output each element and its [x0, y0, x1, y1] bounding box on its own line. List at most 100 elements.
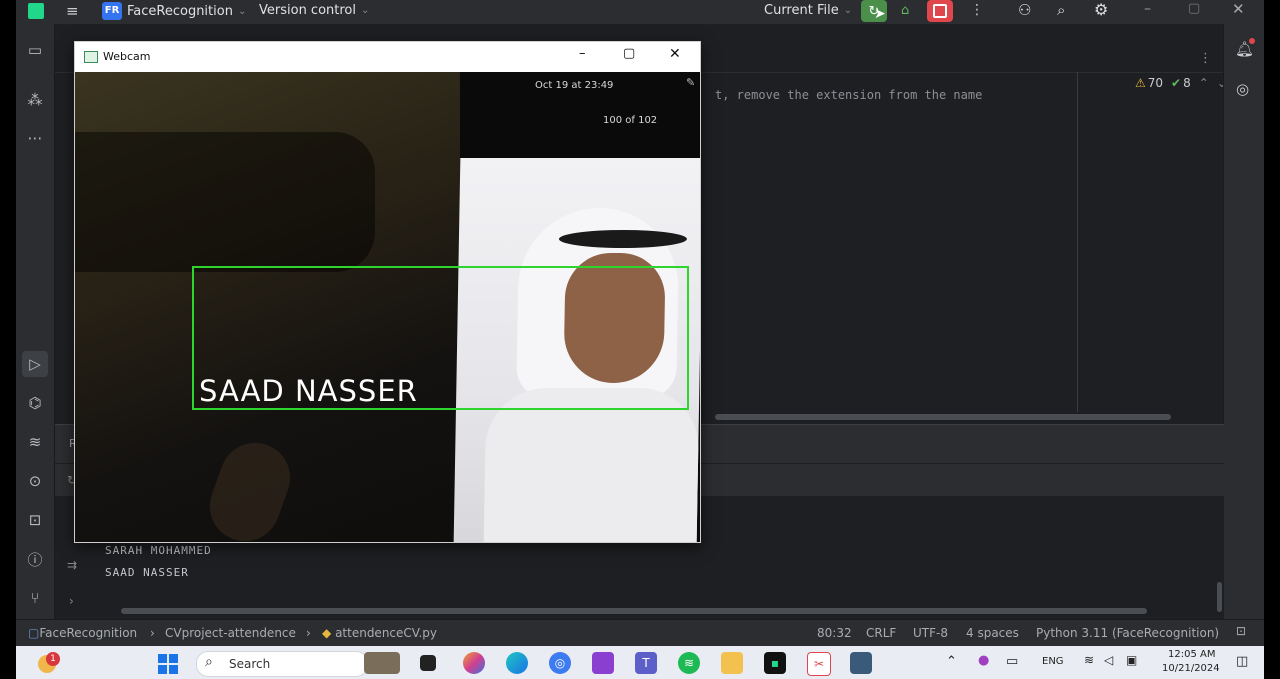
services-icon[interactable]: ⊙	[25, 471, 45, 491]
cursor-position[interactable]: 80:32	[817, 626, 852, 640]
warning-count: 70	[1147, 76, 1164, 90]
python-packages-icon[interactable]: ⌬	[25, 393, 45, 413]
horizontal-scrollbar[interactable]	[715, 414, 1171, 420]
dark-background-shape	[75, 132, 375, 272]
chevron-down-icon: ⌄	[843, 5, 853, 16]
wifi-icon[interactable]: ≋	[1084, 653, 1094, 667]
volume-icon[interactable]: ◁	[1104, 653, 1113, 667]
project-name: FaceRecognition	[127, 3, 233, 19]
git-icon[interactable]: ⑂	[25, 588, 45, 608]
inspection-widget[interactable]: ⚠ 70 ✔ 8 ⌃ ⌄	[1135, 76, 1227, 90]
agal-band	[558, 230, 688, 248]
console-line: SARAH MOHAMMED	[105, 544, 212, 557]
lock-icon[interactable]: ⊡	[1236, 624, 1246, 638]
project-badge: FR	[102, 2, 122, 20]
edit-icon: ✎	[686, 76, 696, 89]
add-user-icon[interactable]: ⚇	[1018, 1, 1031, 19]
search-highlight-icon[interactable]	[364, 652, 400, 674]
window-app-icon	[84, 51, 98, 63]
file-encoding[interactable]: UTF-8	[913, 626, 948, 640]
clock-date[interactable]: 10/21/2024	[1162, 663, 1220, 674]
notification-center-icon[interactable]: ◫	[1236, 654, 1248, 669]
webcam-feed: Oct 19 at 23:49 100 of 102 ✎ SAAD NASSER	[75, 72, 700, 542]
ide-screen: ≡ FR FaceRecognition ⌄ Version control ⌄…	[16, 0, 1264, 679]
webcam-app-icon[interactable]	[850, 652, 872, 674]
run-tool-icon[interactable]: ▷	[22, 351, 48, 377]
stop-button[interactable]	[927, 0, 953, 22]
close-icon[interactable]: ✕	[669, 46, 681, 62]
breadcrumb-file[interactable]: ◆ attendenceCV.py	[322, 626, 437, 640]
left-tool-strip: ▭ ⁂ ⋯ ▷ ⌬ ≋ ⊙ ⊡ ⓘ ⑂	[16, 24, 55, 619]
clipchamp-icon[interactable]	[592, 652, 614, 674]
project-selector[interactable]: FR FaceRecognition ⌄	[102, 2, 246, 20]
stop-icon	[933, 4, 947, 18]
battery-icon[interactable]: ▭	[1006, 654, 1018, 669]
debug-icon[interactable]: ⌂	[901, 3, 909, 18]
ok-count: 8	[1183, 76, 1191, 90]
edge-icon[interactable]	[506, 652, 528, 674]
maximize-icon[interactable]: ▢	[1188, 1, 1200, 16]
windows-taskbar: 1 ⌕ Search ◎ T ≋ ▪ ✂ ⌃ ● ▭ ENG ≋ ◁ ▣ 12:…	[16, 646, 1264, 679]
expand-icon[interactable]: ›	[69, 594, 74, 608]
taskbar-search[interactable]: ⌕ Search	[196, 651, 368, 677]
breadcrumb-folder[interactable]: CVproject-attendence	[165, 626, 296, 640]
minimize-icon[interactable]: –	[579, 46, 586, 61]
pycharm-taskbar-icon[interactable]: ▪	[764, 652, 786, 674]
python-interpreter[interactable]: Python 3.11 (FaceRecognition)	[1036, 626, 1219, 640]
gutter-divider	[1077, 72, 1078, 412]
tab-options-icon[interactable]: ⋮	[1199, 51, 1212, 66]
structure-icon[interactable]: ⁂	[25, 90, 45, 110]
module-icon: ▢	[28, 626, 40, 640]
console-vertical-scrollbar[interactable]	[1217, 582, 1222, 612]
breadcrumb-project[interactable]: ▢FaceRecognition	[28, 626, 137, 640]
webcam-window[interactable]: Webcam – ▢ ✕ Oct 19 at 23:49 100 of 102 …	[74, 41, 701, 543]
task-view-icon[interactable]	[420, 655, 436, 671]
language-indicator[interactable]: ENG	[1042, 656, 1064, 667]
show-hidden-icons[interactable]: ⌃	[946, 654, 957, 669]
breadcrumb-separator: ›	[306, 626, 311, 640]
store-icon[interactable]: ◎	[549, 652, 571, 674]
console-scrollbar[interactable]	[121, 608, 1147, 614]
clock-time[interactable]: 12:05 AM	[1168, 649, 1215, 660]
console-line: SAAD NASSER	[105, 566, 189, 579]
maximize-icon[interactable]: ▢	[623, 46, 635, 61]
layers-icon[interactable]: ≋	[25, 432, 45, 452]
main-menu-icon[interactable]: ≡	[66, 2, 79, 20]
settings-gear-icon[interactable]: ⚙	[1094, 0, 1108, 19]
mic-icon[interactable]: ●	[978, 653, 989, 668]
breadcrumb-separator: ›	[150, 626, 155, 640]
terminal-icon[interactable]: ⊡	[25, 510, 45, 530]
notification-badge: 1	[46, 652, 60, 666]
indent-setting[interactable]: 4 spaces	[966, 626, 1019, 640]
project-folder-icon[interactable]: ▭	[25, 40, 45, 60]
vcs-selector[interactable]: Version control ⌄	[259, 3, 369, 18]
close-icon[interactable]: ✕	[1232, 0, 1245, 18]
start-windows-icon[interactable]	[158, 654, 178, 674]
search-placeholder: Search	[229, 657, 271, 671]
copilot-icon[interactable]	[463, 652, 485, 674]
thobe-shape	[483, 388, 700, 542]
more-actions-icon[interactable]: ⋮	[970, 2, 984, 18]
teams-icon[interactable]: T	[635, 652, 657, 674]
ai-assistant-icon[interactable]: ◎	[1236, 80, 1249, 98]
run-config-label: Current File	[764, 3, 839, 18]
run-config-selector[interactable]: Current File ⌄	[764, 3, 852, 18]
more-tools-icon[interactable]: ⋯	[25, 128, 45, 148]
snipping-tool-icon[interactable]: ✂	[807, 652, 831, 676]
chevron-up-icon[interactable]: ⌃	[1199, 76, 1209, 90]
soft-wrap-icon[interactable]: ⇉	[67, 558, 77, 572]
minimize-icon[interactable]: –	[1144, 1, 1151, 17]
search-icon[interactable]: ⌕	[1057, 1, 1065, 19]
check-icon: ✔	[1171, 76, 1182, 90]
status-bar: ▢FaceRecognition › CVproject-attendence …	[16, 619, 1264, 647]
python-file-icon: ◆	[322, 626, 332, 640]
face-name-label: SAAD NASSER	[199, 374, 418, 408]
pycharm-logo-icon[interactable]	[28, 3, 44, 19]
line-ending[interactable]: CRLF	[866, 626, 896, 640]
spotify-icon[interactable]: ≋	[678, 652, 700, 674]
search-icon: ⌕	[205, 654, 213, 670]
webcam-title-bar[interactable]: Webcam – ▢ ✕	[75, 42, 700, 72]
battery-status-icon[interactable]: ▣	[1126, 653, 1137, 667]
problems-icon[interactable]: ⓘ	[25, 549, 45, 569]
file-explorer-icon[interactable]	[721, 652, 743, 674]
